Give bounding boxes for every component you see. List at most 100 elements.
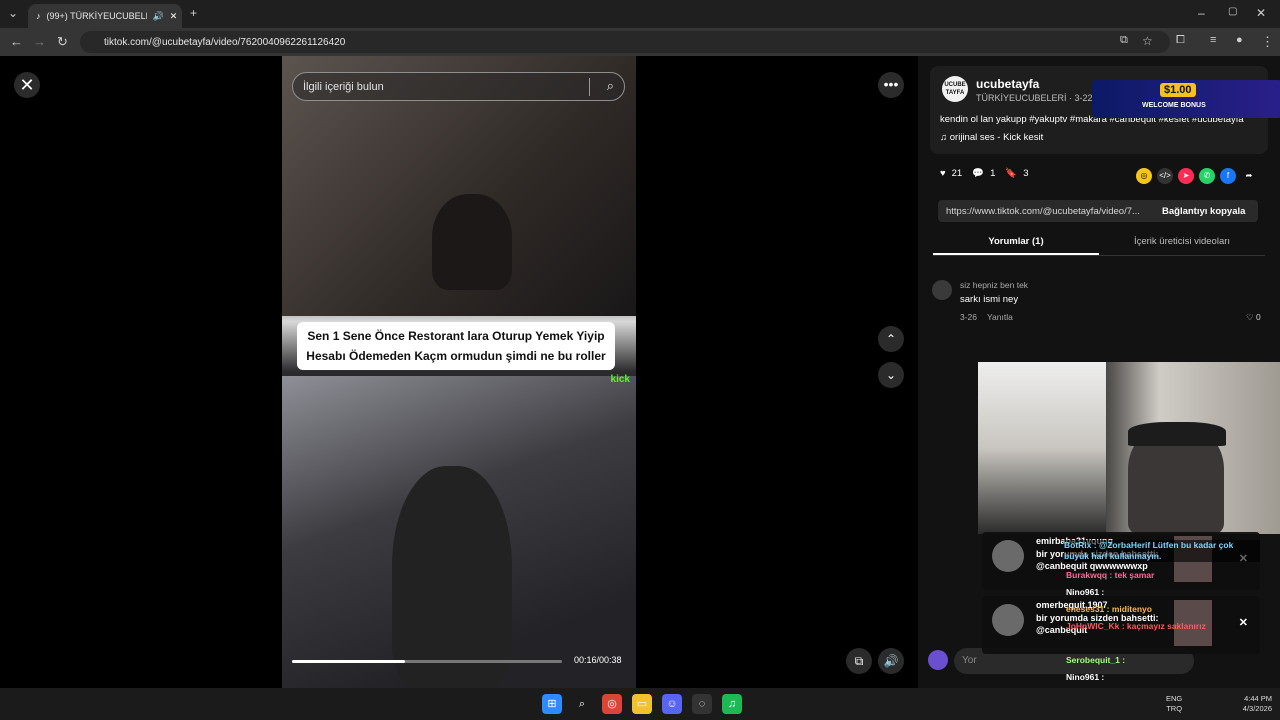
address-bar-row: ← → ↻ tiktok.com/@ucubetayfa/video/76200…: [0, 28, 1280, 56]
mention-avatar-2: [992, 604, 1024, 636]
taskbar-apps: ⊞ ⌕ ◎ ▭ ☺ ◌ ♫: [542, 694, 742, 714]
url-text: tiktok.com/@ucubetayfa/video/76200409622…: [104, 36, 346, 48]
search-taskbar-icon[interactable]: ⌕: [572, 694, 592, 714]
video-caption: Sen 1 Sene Önce Restorant lara Oturup Ye…: [297, 322, 615, 370]
next-video-button[interactable]: ⌄: [878, 362, 904, 388]
stream-chat-overlay: emirbaba31voung bir yorumda sizden bahse…: [980, 474, 1280, 688]
discord-icon[interactable]: ☺: [662, 694, 682, 714]
system-clock[interactable]: 4:44 PM 4/3/2026: [1226, 694, 1272, 714]
commenter-avatar[interactable]: [932, 280, 952, 300]
kick-watermark: kick: [610, 374, 630, 385]
coin-share-icon[interactable]: ◎: [1136, 168, 1152, 184]
video-timecode: 00:16/00:38: [574, 655, 622, 665]
back-icon[interactable]: ←: [10, 34, 23, 49]
mention-avatar-1: [992, 540, 1024, 572]
forward-icon[interactable]: →: [33, 34, 46, 49]
panel-tabs: Yorumlar (1) İçerik üreticisi videoları: [933, 232, 1265, 256]
comment-date: 3-26: [960, 312, 978, 322]
copy-link-button[interactable]: Bağlantıyı kopyala: [1156, 206, 1245, 217]
search-divider: [589, 78, 590, 96]
extensions-icon[interactable]: ⧠: [1176, 34, 1185, 47]
new-tab-button[interactable]: +: [190, 6, 197, 20]
minimize-button[interactable]: –: [1198, 6, 1205, 20]
browser-tab[interactable]: ♪ (99+) TÜRKİYEUCUBELERİ (@ 🔊 ✕: [28, 4, 182, 28]
app-icon[interactable]: ◌: [692, 694, 712, 714]
file-explorer-icon[interactable]: ▭: [632, 694, 652, 714]
audio-icon[interactable]: 🔊: [153, 11, 164, 22]
heart-icon: ♥: [940, 168, 946, 179]
media-icon[interactable]: ≡: [1210, 34, 1216, 46]
chat-message: Burakwqq : tek şamar: [1066, 570, 1155, 580]
progress-bar[interactable]: [292, 660, 562, 663]
maximize-button[interactable]: ▢: [1228, 6, 1237, 17]
cast-icon[interactable]: ⧉: [1120, 34, 1128, 47]
tab-close-icon[interactable]: ✕: [170, 11, 178, 22]
close-video-button[interactable]: ✕: [14, 72, 40, 98]
like-count: 21: [951, 168, 963, 179]
profile-avatar[interactable]: ●: [1236, 34, 1243, 46]
author-nickname: TÜRKİYEUCUBELERİ · 3-22: [976, 93, 1093, 103]
comment-button[interactable]: 💬 1: [972, 168, 995, 179]
comment-icon: 💬: [972, 168, 985, 179]
reload-icon[interactable]: ↻: [57, 34, 68, 50]
chat-message-botrix: BotRix : @ZorbaHerif Lütfen bu kadar çok…: [1064, 540, 1260, 562]
share-link[interactable]: https://www.tiktok.com/@ucubetayfa/video…: [938, 206, 1156, 217]
pip-button[interactable]: ⧉: [846, 648, 872, 674]
music-note-icon: ♫: [940, 132, 950, 143]
video-player[interactable]: İlgili içeriği bulun ⌕ Sen 1 Sene Önce R…: [282, 56, 636, 688]
like-button[interactable]: ♥ 21: [940, 168, 962, 179]
windows-taskbar: ⊞ ⌕ ◎ ▭ ☺ ◌ ♫ ENG TRQ 4:44 PM 4/3/2026: [0, 688, 1280, 720]
chat-message: JoHnWIC_Kk : kaçmayız saklanırız: [1066, 621, 1206, 631]
streamer-figure-top: [432, 194, 512, 290]
current-user-avatar: [928, 650, 948, 670]
lang-primary: ENG: [1166, 694, 1183, 703]
chat-message: Nino961 :: [1066, 587, 1105, 597]
video-search-input[interactable]: İlgili içeriği bulun ⌕: [292, 72, 625, 101]
embed-icon[interactable]: </>: [1157, 168, 1173, 184]
search-icon[interactable]: ⌕: [607, 78, 614, 94]
chrome-icon[interactable]: ◎: [602, 694, 622, 714]
tab-creator-videos[interactable]: İçerik üreticisi videoları: [1099, 232, 1265, 255]
engagement-stats: ♥ 21 💬 1 🔖 3: [940, 168, 1029, 179]
volume-button[interactable]: 🔊: [878, 648, 904, 674]
tiktok-icon: ♪: [36, 11, 41, 21]
author-avatar[interactable]: UCUBE TAYFA: [942, 76, 968, 102]
comment-count: 1: [990, 168, 996, 179]
ad-banner[interactable]: $1.00 WELCOME BONUS: [1092, 80, 1280, 118]
comment-text: sarkı ismi ney: [960, 294, 1019, 305]
mention-close-icon-2[interactable]: ✕: [1239, 616, 1248, 629]
reply-button[interactable]: Yanıtla: [987, 312, 1013, 322]
spotify-icon[interactable]: ♫: [722, 694, 742, 714]
share-arrow-icon[interactable]: ➦: [1241, 168, 1257, 184]
bookmark-icon: 🔖: [1005, 168, 1018, 179]
start-windows-icon[interactable]: ⊞: [542, 694, 562, 714]
bookmark-star-icon[interactable]: ☆: [1142, 34, 1153, 48]
more-options-button[interactable]: •••: [878, 72, 904, 98]
tab-search-icon[interactable]: ⌄: [8, 6, 18, 20]
window-close-button[interactable]: ✕: [1256, 6, 1266, 20]
comment-like-count: 0: [1255, 312, 1261, 322]
chat-message: Nino961 :: [1066, 672, 1105, 682]
author-username[interactable]: ucubetayfa: [976, 77, 1039, 91]
menu-icon[interactable]: ⋮: [1261, 34, 1274, 50]
url-field[interactable]: tiktok.com/@ucubetayfa/video/76200409622…: [80, 31, 1170, 53]
tab-title: (99+) TÜRKİYEUCUBELERİ (@: [46, 11, 147, 21]
send-icon[interactable]: ➤: [1178, 168, 1194, 184]
whatsapp-icon[interactable]: ✆: [1199, 168, 1215, 184]
comment-like-button[interactable]: ♡ 0: [1246, 312, 1261, 323]
music-info[interactable]: ♫ orijinal ses - Kick kesit: [940, 132, 1043, 143]
webcam-cap: [1128, 422, 1226, 446]
clock-time: 4:44 PM: [1244, 694, 1272, 703]
save-button[interactable]: 🔖 3: [1005, 168, 1028, 179]
save-count: 3: [1023, 168, 1029, 179]
language-indicator[interactable]: ENG TRQ: [1166, 694, 1182, 714]
chat-message: eneses31 : miditenyo: [1066, 604, 1152, 614]
commenter-name[interactable]: siz hepniz ben tek: [960, 280, 1028, 290]
search-placeholder: İlgili içeriği bulun: [303, 80, 384, 93]
tab-comments[interactable]: Yorumlar (1): [933, 232, 1099, 255]
lang-secondary: TRQ: [1166, 704, 1183, 713]
comment-heart-icon: ♡: [1246, 312, 1256, 322]
previous-video-button[interactable]: ⌃: [878, 326, 904, 352]
browser-titlebar: ⌄ ♪ (99+) TÜRKİYEUCUBELERİ (@ 🔊 ✕ + – ▢ …: [0, 0, 1280, 28]
facebook-icon[interactable]: f: [1220, 168, 1236, 184]
